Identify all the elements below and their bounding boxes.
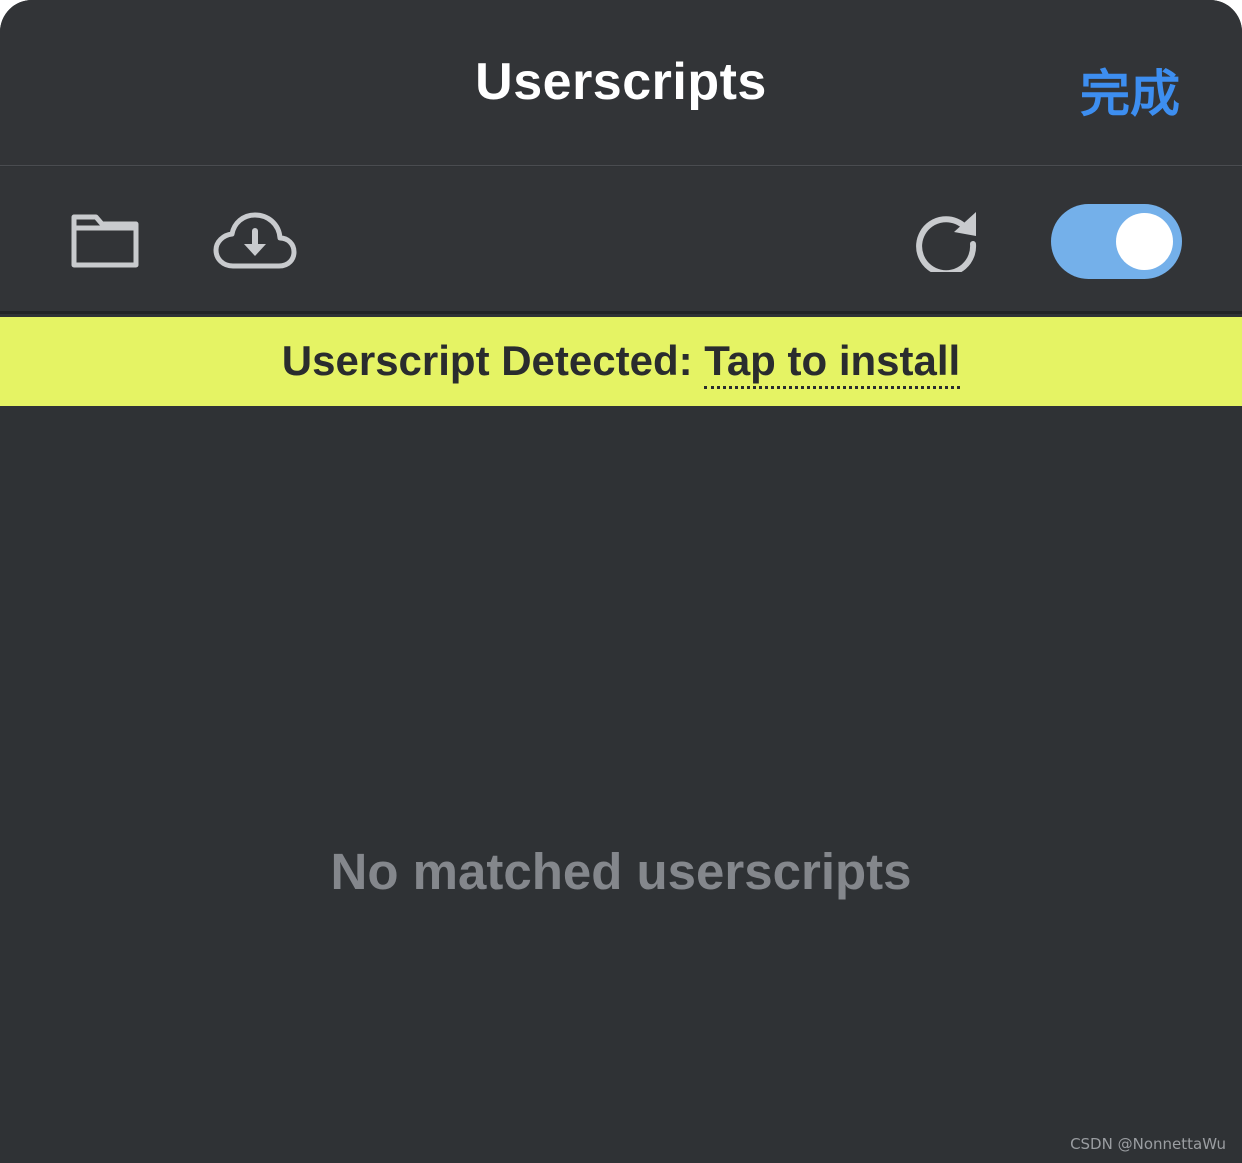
empty-state-message: No matched userscripts	[330, 843, 912, 900]
userscripts-sheet: Userscripts 完成 Userscript Detected: Tap …	[0, 0, 1242, 1163]
banner-text: Userscript Detected:	[281, 337, 705, 384]
tap-to-install-link[interactable]: Tap to install	[704, 337, 961, 389]
refresh-icon[interactable]	[914, 210, 978, 272]
done-button[interactable]: 完成	[1080, 54, 1180, 126]
folder-icon[interactable]	[70, 213, 140, 269]
enable-toggle[interactable]	[1051, 204, 1182, 279]
navigation-bar: Userscripts 完成	[0, 0, 1242, 166]
watermark: CSDN @NonnettaWu	[1070, 1135, 1226, 1153]
page-title: Userscripts	[475, 53, 767, 111]
cloud-download-icon[interactable]	[213, 211, 297, 271]
userscript-detected-banner: Userscript Detected: Tap to install	[0, 317, 1242, 406]
toolbar	[0, 167, 1242, 314]
toggle-knob	[1116, 213, 1173, 270]
